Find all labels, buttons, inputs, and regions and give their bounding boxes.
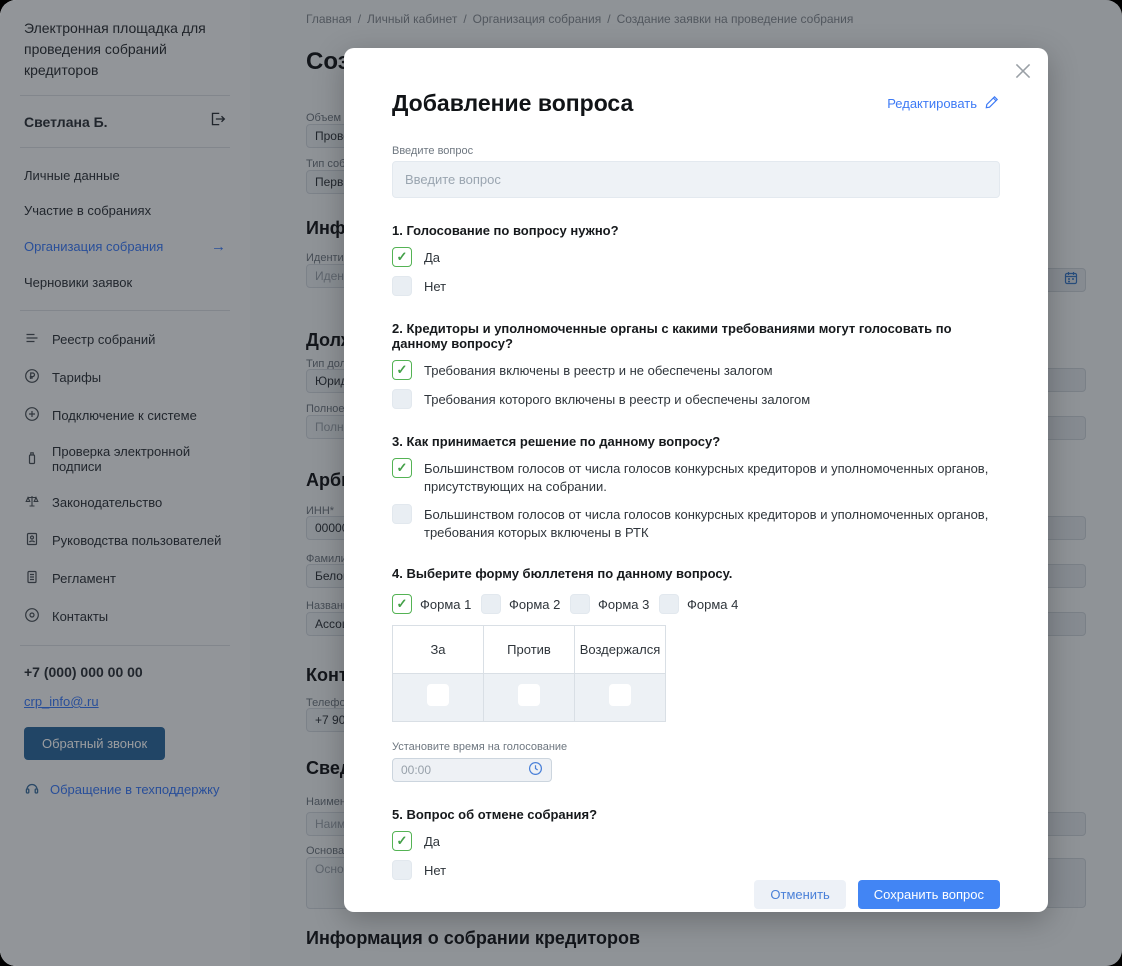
modal-footer: Отменить Сохранить вопрос [392,880,1000,909]
close-icon[interactable] [1012,60,1034,82]
question-1: 1. Голосование по вопросу нужно? ✓ Да Не… [392,223,1000,296]
checkbox-checked[interactable]: ✓ [392,594,412,614]
checkbox-unchecked[interactable] [392,276,412,296]
voting-time-input[interactable]: 00:00 [392,758,552,782]
checkbox-unchecked[interactable] [481,594,501,614]
checkbox-checked[interactable]: ✓ [392,458,412,478]
question-5: 5. Вопрос об отмене собрания? ✓ Да Нет [392,807,1000,880]
form-option-3: Форма 3 [570,594,659,614]
option-row: Требования которого включены в реестр и … [392,389,1000,409]
pencil-icon [984,94,1000,113]
ballot-forms-row: ✓ Форма 1 Форма 2 Форма 3 Форма 4 [392,594,1000,614]
option-row: ✓ Требования включены в реестр и не обес… [392,360,1000,380]
clock-icon[interactable] [528,761,543,779]
vote-checkbox[interactable] [518,684,540,706]
question-title: 4. Выберите форму бюллетеня по данному в… [392,566,1000,581]
table-header-abstained: Воздержался [575,626,666,674]
ballot-preview-table: За Против Воздержался [392,625,666,722]
add-question-modal: Добавление вопроса Редактировать Введите… [344,48,1048,912]
edit-link[interactable]: Редактировать [887,94,1000,113]
question-title: 2. Кредиторы и уполномоченные органы с к… [392,321,1000,351]
question-title: 1. Голосование по вопросу нужно? [392,223,1000,238]
checkmark-icon: ✓ [397,362,408,378]
modal-title: Добавление вопроса [392,90,633,117]
checkbox-checked[interactable]: ✓ [392,831,412,851]
checkbox-checked[interactable]: ✓ [392,360,412,380]
table-header-for: За [393,626,484,674]
question-input-label: Введите вопрос [392,145,1000,157]
table-cell [484,674,575,722]
option-row: ✓ Да [392,831,1000,851]
vote-checkbox[interactable] [427,684,449,706]
checkbox-unchecked[interactable] [392,389,412,409]
option-row: ✓ Да [392,247,1000,267]
question-3: 3. Как принимается решение по данному во… [392,434,1000,541]
option-row: Большинством голосов от числа голосов ко… [392,504,1000,541]
checkbox-unchecked[interactable] [392,504,412,524]
app-window: Электронная площадка для проведения собр… [0,0,1122,966]
voting-time-label: Установите время на голосование [392,741,1000,753]
option-row: Нет [392,276,1000,296]
vote-checkbox[interactable] [609,684,631,706]
voting-time-block: Установите время на голосование 00:00 [392,741,1000,782]
question-4: 4. Выберите форму бюллетеня по данному в… [392,566,1000,722]
question-title: 3. Как принимается решение по данному во… [392,434,1000,449]
checkmark-icon: ✓ [397,833,408,849]
checkmark-icon: ✓ [397,596,408,612]
checkmark-icon: ✓ [397,249,408,265]
form-option-1: ✓ Форма 1 [392,594,481,614]
checkbox-unchecked[interactable] [570,594,590,614]
option-row: Нет [392,860,1000,880]
question-title: 5. Вопрос об отмене собрания? [392,807,1000,822]
question-input[interactable]: Введите вопрос [392,161,1000,198]
table-header-against: Против [484,626,575,674]
form-option-4: Форма 4 [659,594,748,614]
checkmark-icon: ✓ [397,460,408,476]
option-row: ✓ Большинством голосов от числа голосов … [392,458,1000,495]
table-cell [393,674,484,722]
table-cell [575,674,666,722]
checkbox-unchecked[interactable] [659,594,679,614]
form-option-2: Форма 2 [481,594,570,614]
question-2: 2. Кредиторы и уполномоченные органы с к… [392,321,1000,409]
checkbox-checked[interactable]: ✓ [392,247,412,267]
cancel-button[interactable]: Отменить [754,880,845,909]
save-question-button[interactable]: Сохранить вопрос [858,880,1000,909]
checkbox-unchecked[interactable] [392,860,412,880]
